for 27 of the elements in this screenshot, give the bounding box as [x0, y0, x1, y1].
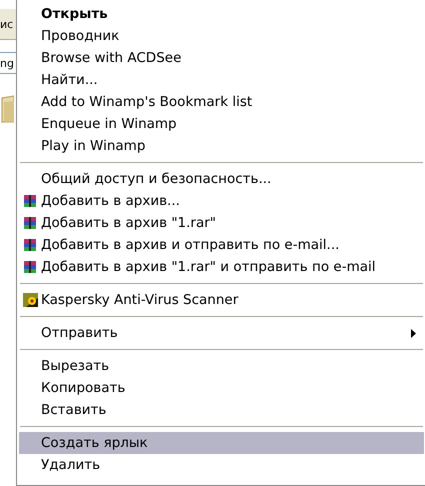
menu-item[interactable]: Открыть [19, 3, 424, 25]
menu-item[interactable]: Отправить [19, 322, 424, 344]
menu-item[interactable]: Проводник [19, 25, 424, 47]
menu-item[interactable]: Вставить [19, 399, 424, 421]
shield-icon [22, 293, 38, 307]
menu-item[interactable]: Найти... [19, 69, 424, 91]
menu-item[interactable]: Вырезать [19, 355, 424, 377]
books-icon [23, 238, 37, 252]
menu-item[interactable]: Kaspersky Anti-Virus Scanner [19, 289, 424, 311]
menu-item[interactable]: Удалить [19, 454, 424, 476]
menu-item[interactable]: Добавить в архив... [19, 190, 424, 212]
menu-item[interactable]: Копировать [19, 377, 424, 399]
books-icon [23, 216, 37, 230]
menu-item[interactable]: Добавить в архив "1.rar" и отправить по e-mail [19, 256, 424, 278]
menu-item[interactable]: Play in Winamp [19, 135, 424, 157]
menu-item[interactable]: Enqueue in Winamp [19, 113, 424, 135]
menu-item[interactable]: Add to Winamp's Bookmark list [19, 91, 424, 113]
menu-item[interactable]: Browse with ACDSee [19, 47, 424, 69]
folder-icon[interactable] [0, 94, 14, 124]
toolbar-text: ис [0, 18, 14, 30]
submenu-arrow-icon [411, 328, 416, 338]
menu-item[interactable]: Добавить в архив и отправить по e-mail... [19, 234, 424, 256]
menu-item[interactable]: Общий доступ и безопасность... [19, 168, 424, 190]
books-icon [23, 194, 37, 208]
menu-item[interactable]: Добавить в архив "1.rar" [19, 212, 424, 234]
menu-item[interactable]: Создать ярлык [19, 432, 424, 454]
books-icon [23, 260, 37, 274]
